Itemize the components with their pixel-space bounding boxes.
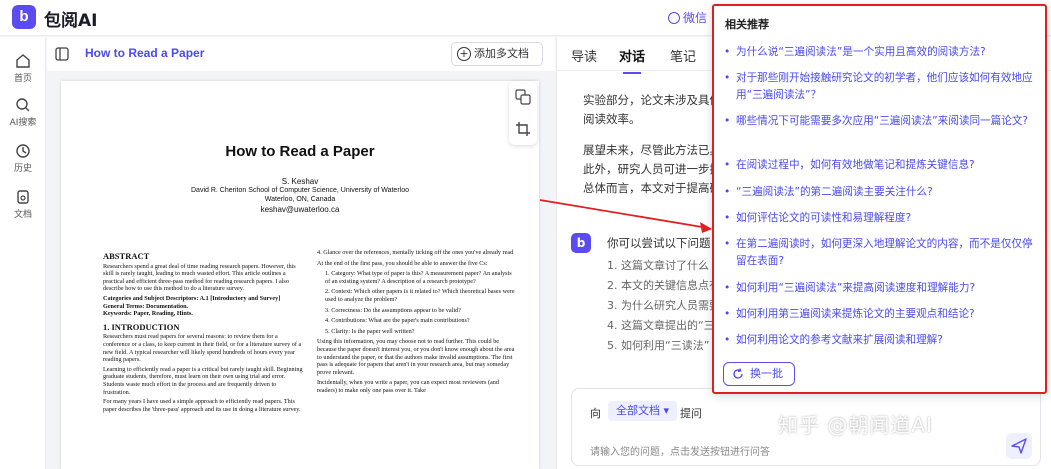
nav-label: 历史 bbox=[13, 164, 32, 174]
paper-email: keshav@uwaterloo.ca bbox=[260, 205, 340, 214]
left-nav: 首页 AI搜索 历史 文档 bbox=[0, 37, 46, 469]
recommendation-item[interactable]: 如何评估论文的可读性和易理解程度? bbox=[724, 210, 1039, 227]
paper-left-column: ABSTRACT Researchers spend a great deal … bbox=[103, 249, 303, 413]
wechat-label: 微信 bbox=[683, 11, 708, 25]
intro-paragraph: For many years I have used a simple appr… bbox=[103, 398, 301, 413]
general-terms-text: General Terms: Documentation. bbox=[103, 302, 189, 310]
paper-paragraph: 4. Glance over the references, mentally … bbox=[317, 249, 514, 256]
paper-right-column: 4. Glance over the references, mentally … bbox=[317, 249, 517, 395]
paper-list-item: 5. Clarity: Is the paper well written? bbox=[325, 327, 415, 335]
refresh-label: 换一批 bbox=[750, 367, 783, 380]
clock-icon bbox=[16, 144, 30, 158]
home-icon bbox=[16, 54, 30, 68]
recommendation-item[interactable]: 如何利用第三遍阅读来提炼论文的主要观点和结论? bbox=[724, 306, 1039, 323]
pdf-toolbar bbox=[509, 81, 537, 145]
paper-list-item: 3. Correctness: Do the assumptions appea… bbox=[325, 306, 461, 314]
suggested-question[interactable]: 1. 这篇文章讨了什么 bbox=[607, 257, 727, 273]
tab-chat[interactable]: 对话 bbox=[619, 46, 645, 74]
nav-item-home[interactable]: 首页 bbox=[0, 53, 46, 84]
suggested-question[interactable]: 4. 这篇文章提出的“三 bbox=[607, 317, 727, 333]
bot-avatar-icon: b bbox=[571, 233, 591, 253]
translate-icon[interactable] bbox=[515, 89, 531, 105]
recommendation-item[interactable]: 如何利用论文的参考文献来扩展阅读和理解? bbox=[724, 332, 1039, 349]
answer-text: 实验部分，论文未涉及具体 阅读效率。 展望未来，尽管此方法已具 此外，研究人员可… bbox=[583, 91, 733, 198]
tab-notes[interactable]: 笔记 bbox=[670, 46, 696, 65]
paper-list-item: 2. Context: Which other papers is it rel… bbox=[325, 288, 515, 303]
send-button[interactable] bbox=[1006, 433, 1032, 459]
paper-paragraph: Using this information, you may choose n… bbox=[317, 338, 515, 376]
document-scope-dropdown[interactable]: 全部文档 ▾ bbox=[608, 401, 678, 421]
document-header: How to Read a Paper + 添加多文档 bbox=[47, 37, 555, 71]
nav-label: AI搜索 bbox=[9, 118, 37, 128]
paper-author: S. Keshav bbox=[281, 177, 319, 186]
intro-paragraph: Learning to efficiently read a paper is … bbox=[103, 365, 303, 396]
add-documents-button[interactable]: + 添加多文档 bbox=[451, 42, 543, 66]
ask-suffix: 提问 bbox=[680, 407, 702, 420]
paper-paragraph: Incidentally, when you write a paper, yo… bbox=[317, 379, 499, 394]
recommendation-item[interactable]: 在阅读过程中，如何有效地做笔记和提炼关键信息? bbox=[724, 157, 1039, 174]
suggested-question[interactable]: 3. 为什么研究人员需要 bbox=[607, 297, 727, 313]
pdf-viewer[interactable]: How to Read a Paper S. Keshav David R. C… bbox=[47, 71, 555, 469]
suggested-question[interactable]: 5. 如何利用“三读法” bbox=[607, 337, 727, 353]
nav-label: 首页 bbox=[13, 74, 32, 84]
add-documents-label: 添加多文档 bbox=[474, 47, 529, 60]
ai-search-icon bbox=[16, 98, 30, 112]
popup-title: 相关推荐 bbox=[725, 18, 769, 31]
document-title: How to Read a Paper bbox=[85, 46, 205, 60]
nav-item-ai-search[interactable]: AI搜索 bbox=[0, 97, 46, 128]
recommendation-item[interactable]: 如何利用“三遍阅读法”来提高阅读速度和理解能力? bbox=[724, 280, 1039, 297]
paper-title: How to Read a Paper bbox=[225, 143, 375, 160]
logo-icon: b bbox=[12, 5, 36, 29]
answer-line: 总体而言，本文对于提高研 bbox=[583, 181, 721, 195]
pdf-page: How to Read a Paper S. Keshav David R. C… bbox=[61, 81, 539, 469]
crop-icon[interactable] bbox=[515, 121, 531, 137]
answer-line: 此外，研究人员可进一步探 bbox=[583, 162, 721, 176]
document-icon bbox=[17, 190, 29, 204]
recommendation-item[interactable]: 在第二遍阅读时，如何更深入地理解论文的内容，而不是仅仅停留在表面? bbox=[724, 236, 1039, 270]
intro-paragraph: Researchers must read papers for several… bbox=[103, 333, 302, 364]
categories-text: Categories and Subject Descriptors: A.1 … bbox=[103, 294, 281, 302]
question-input[interactable]: 请输入您的问题，点击发送按钮进行问答 bbox=[590, 443, 770, 458]
paper-list-item: 4. Contributions: What are the paper's m… bbox=[325, 317, 470, 325]
refresh-button[interactable]: 换一批 bbox=[723, 362, 795, 386]
recommendation-item[interactable]: 对于那些刚开始接触研究论文的初学者，他们应该如何有效地应用“三遍阅读法”？ bbox=[724, 70, 1039, 104]
introduction-heading: 1. INTRODUCTION bbox=[103, 321, 180, 332]
wechat-link[interactable]: 微信 bbox=[668, 9, 707, 26]
send-icon bbox=[1011, 438, 1027, 454]
plus-circle-icon: + bbox=[457, 47, 471, 61]
paper-location: Waterloo, ON, Canada bbox=[264, 196, 336, 203]
app-name: 包阅AI bbox=[44, 11, 98, 31]
suggested-question[interactable]: 2. 本文的关键信息点有 bbox=[607, 277, 727, 293]
related-recommendations-popup: 相关推荐 为什么说“三遍阅读法”是一个实用且高效的阅读方法? 对于那些刚开始接触… bbox=[712, 4, 1047, 394]
answer-line: 实验部分，论文未涉及具体 bbox=[583, 93, 721, 107]
wechat-icon bbox=[668, 12, 680, 24]
answer-line: 展望未来，尽管此方法已具 bbox=[583, 143, 721, 157]
recommendation-item[interactable]: “三遍阅读法”的第二遍阅读主要关注什么? bbox=[724, 184, 1039, 201]
abstract-heading: ABSTRACT bbox=[103, 251, 150, 261]
recommendation-item[interactable]: 为什么说“三遍阅读法”是一个实用且高效的阅读方法? bbox=[724, 44, 1039, 61]
nav-item-docs[interactable]: 文档 bbox=[0, 189, 46, 220]
nav-label: 文档 bbox=[13, 210, 32, 220]
suggested-title: 你可以尝试以下问题 bbox=[607, 236, 711, 250]
paper-list-item: 1. Category: What type of paper is this?… bbox=[325, 270, 512, 285]
watermark: 知乎 @朝闻道AI bbox=[778, 413, 933, 437]
recommendation-item[interactable]: 哪些情况下可能需要多次应用“三遍阅读法”来阅读同一篇论文? bbox=[724, 113, 1039, 130]
keywords-text: Keywords: Paper, Reading, Hints. bbox=[103, 310, 193, 318]
collapse-sidebar-icon[interactable] bbox=[55, 47, 69, 61]
answer-line: 阅读效率。 bbox=[583, 112, 641, 126]
nav-item-history[interactable]: 历史 bbox=[0, 143, 46, 174]
ask-prefix: 向 bbox=[590, 407, 601, 420]
refresh-icon bbox=[733, 368, 743, 379]
paper-paragraph: At the end of the first pass, you should… bbox=[317, 259, 488, 267]
app-window: b 包阅AI 微信 首页 AI搜索 历史 文档 How to Read a Pa… bbox=[0, 0, 1051, 469]
abstract-text: Researchers spend a great deal of time r… bbox=[103, 262, 296, 293]
paper-affiliation: David R. Cheriton School of Computer Sci… bbox=[191, 187, 409, 194]
tab-guide[interactable]: 导读 bbox=[571, 46, 597, 65]
